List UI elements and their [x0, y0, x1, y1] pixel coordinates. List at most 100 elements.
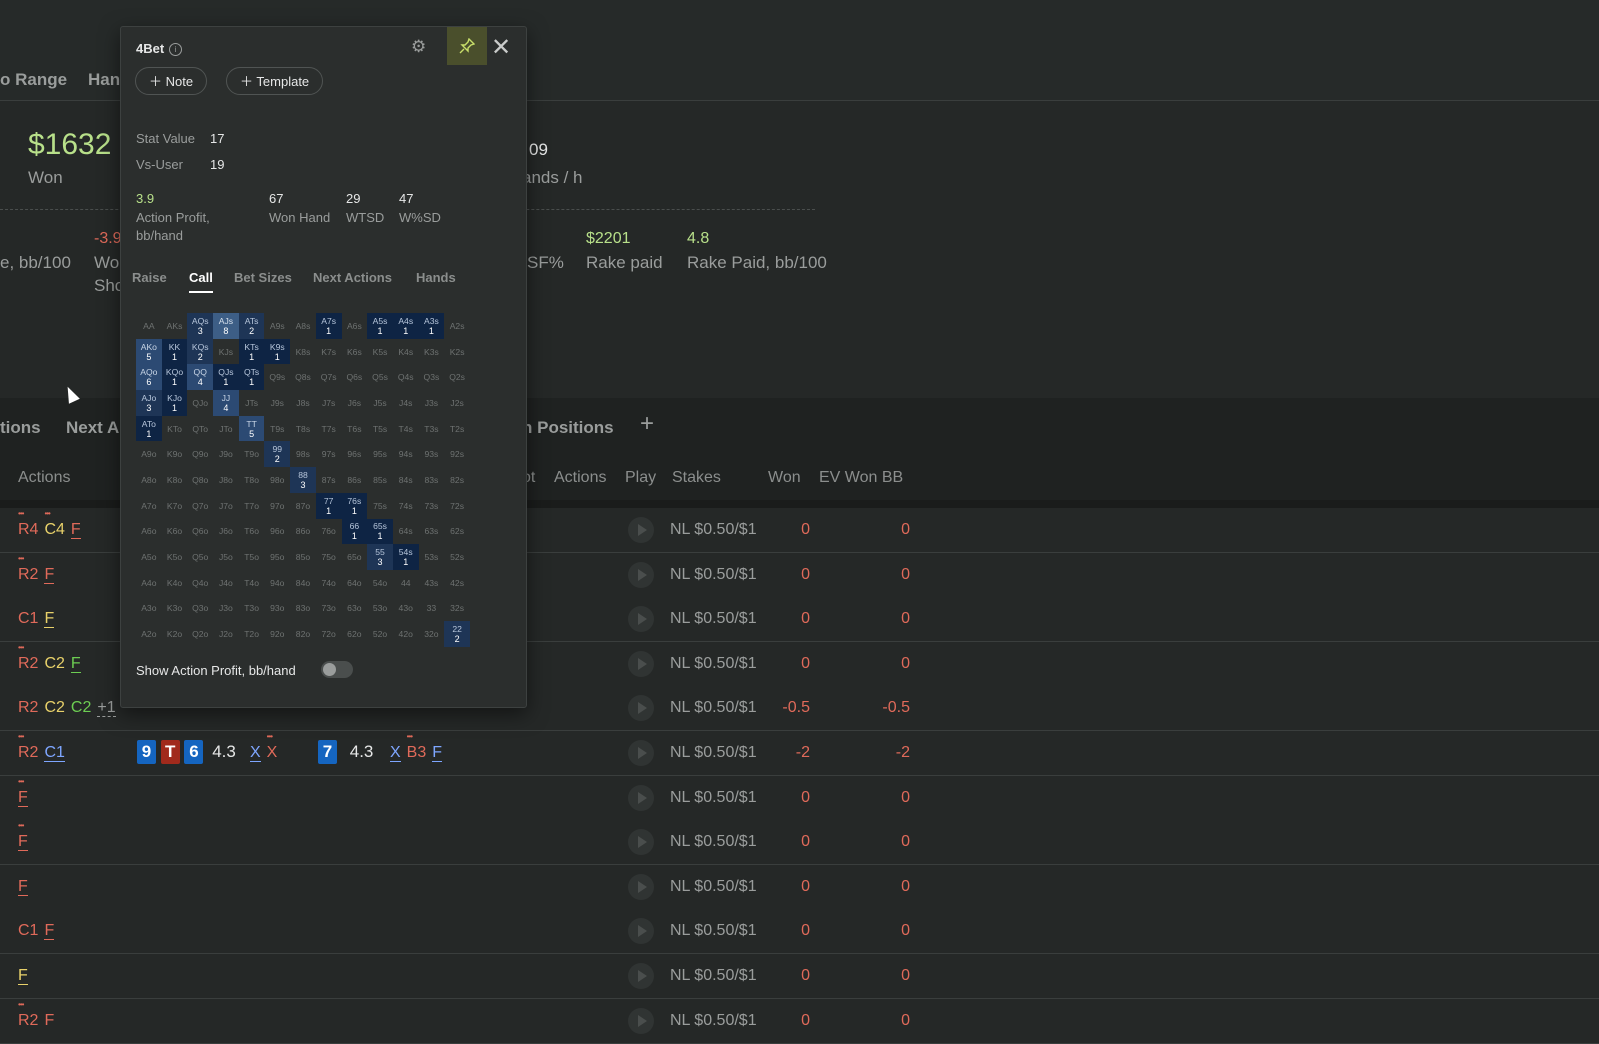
col-won[interactable]: Won — [768, 469, 801, 487]
range-cell[interactable]: Q9s — [264, 364, 290, 390]
range-cell[interactable]: T9o — [239, 441, 265, 467]
range-cell[interactable]: A7s 1 — [315, 313, 342, 339]
range-cell[interactable]: 73s — [419, 493, 445, 519]
close-icon[interactable]: ✕ — [491, 33, 511, 62]
table-row[interactable]: F NL $0.50/$1 0 0 — [0, 864, 1599, 910]
col-play[interactable]: Play — [625, 469, 656, 487]
range-cell[interactable]: 64s — [393, 519, 419, 545]
col-actions[interactable]: Actions — [554, 469, 606, 487]
range-cell[interactable]: 63o — [342, 596, 368, 622]
range-cell[interactable]: T3o — [239, 596, 265, 622]
range-cell[interactable]: A8o — [136, 467, 162, 493]
range-cell[interactable]: 97o — [264, 493, 290, 519]
range-cell[interactable]: J7o — [213, 493, 239, 519]
range-cell[interactable]: 98o — [264, 467, 290, 493]
tab-range[interactable]: o Range — [0, 70, 67, 90]
col-actions-left[interactable]: Actions — [18, 469, 70, 487]
range-cell[interactable]: A5o — [136, 544, 162, 570]
range-cell[interactable]: 95s — [367, 441, 393, 467]
range-cell[interactable]: Q2s — [444, 364, 470, 390]
range-cell[interactable]: 65o — [342, 544, 368, 570]
add-template-button[interactable]: ＋ Template — [226, 67, 324, 95]
range-cell[interactable]: 82s — [444, 467, 470, 493]
range-cell[interactable]: K9s 1 — [264, 338, 291, 365]
range-cell[interactable]: J5s — [367, 390, 393, 416]
range-cell[interactable]: 86o — [290, 519, 316, 545]
range-cell[interactable]: T4s — [393, 416, 419, 442]
play-icon[interactable] — [628, 650, 654, 677]
range-cell[interactable]: A9o — [136, 441, 162, 467]
range-cell[interactable]: 85o — [290, 544, 316, 570]
range-cell[interactable]: A3o — [136, 596, 162, 622]
range-cell[interactable]: KJs — [213, 339, 239, 365]
range-cell[interactable]: 33 — [419, 596, 445, 622]
range-cell[interactable]: 52o — [367, 621, 393, 647]
range-cell[interactable]: 76o — [316, 519, 342, 545]
range-cell[interactable]: KQs 2 — [187, 338, 214, 365]
range-cell[interactable]: 77 1 — [315, 492, 342, 519]
table-row[interactable]: R2C1 9 T 6 4.3 XX 7 4.3 XB3F NL $0.50/$1 -2 -2 — [0, 731, 1599, 776]
range-cell[interactable]: 44 — [393, 570, 419, 596]
range-cell[interactable]: A2o — [136, 621, 162, 647]
range-cell[interactable]: 43o — [393, 596, 419, 622]
range-cell[interactable]: 94o — [264, 570, 290, 596]
range-cell[interactable]: T8s — [290, 416, 316, 442]
range-cell[interactable]: Q6o — [187, 519, 213, 545]
range-cell[interactable]: K5o — [162, 544, 188, 570]
range-cell[interactable]: QQ 4 — [187, 364, 214, 391]
range-cell[interactable]: A7o — [136, 493, 162, 519]
play-icon[interactable] — [628, 740, 654, 766]
table-row[interactable]: F NL $0.50/$1 0 0 — [0, 820, 1599, 866]
range-cell[interactable]: QJs 1 — [213, 364, 239, 391]
range-cell[interactable]: K2o — [162, 621, 188, 647]
play-icon[interactable] — [628, 963, 654, 989]
range-cell[interactable]: K6s — [342, 339, 368, 365]
range-cell[interactable]: AQs 3 — [187, 313, 214, 339]
range-cell[interactable]: K2s — [444, 339, 470, 365]
range-cell[interactable]: 53s — [419, 544, 445, 570]
tab-raise[interactable]: Raise — [132, 270, 167, 285]
range-cell[interactable]: 95o — [264, 544, 290, 570]
add-note-button[interactable]: ＋ Note — [135, 67, 208, 95]
range-cell[interactable]: QTo — [187, 416, 213, 442]
table-row[interactable]: C1 F NL $0.50/$1 0 0 — [0, 909, 1599, 955]
play-icon[interactable] — [628, 873, 654, 900]
range-cell[interactable]: A6s — [342, 313, 368, 339]
range-cell[interactable]: T7o — [239, 493, 265, 519]
range-cell[interactable]: K9o — [162, 441, 188, 467]
add-tab-icon[interactable]: + — [640, 410, 654, 438]
tab-bet-sizes[interactable]: Bet Sizes — [234, 270, 292, 285]
play-icon[interactable] — [628, 918, 654, 945]
range-cell[interactable]: T2o — [239, 621, 265, 647]
range-cell[interactable]: K7o — [162, 493, 188, 519]
range-cell[interactable]: 93o — [264, 596, 290, 622]
range-cell[interactable]: 52s — [444, 544, 470, 570]
range-cell[interactable]: J9s — [264, 390, 290, 416]
range-cell[interactable]: 62o — [342, 621, 368, 647]
range-cell[interactable]: 83o — [290, 596, 316, 622]
range-cell[interactable]: J6s — [342, 390, 368, 416]
range-cell[interactable]: J8s — [290, 390, 316, 416]
range-cell[interactable]: 87o — [290, 493, 316, 519]
range-cell[interactable]: Q7s — [316, 364, 342, 390]
range-cell[interactable]: 85s — [367, 467, 393, 493]
info-icon[interactable]: i — [169, 43, 183, 56]
range-cell[interactable]: K4s — [393, 339, 419, 365]
range-cell[interactable]: T5o — [239, 544, 265, 570]
range-cell[interactable]: Q8o — [187, 467, 213, 493]
tab-next-actions[interactable]: Next Actions — [313, 270, 392, 285]
range-cell[interactable]: 74o — [316, 570, 342, 596]
range-cell[interactable]: ATs 2 — [238, 313, 265, 339]
range-cell[interactable]: 53o — [367, 596, 393, 622]
range-cell[interactable]: J4o — [213, 570, 239, 596]
range-cell[interactable]: T6s — [342, 416, 368, 442]
range-cell[interactable]: JTo — [213, 416, 239, 442]
pin-icon[interactable] — [447, 27, 487, 65]
range-cell[interactable]: J6o — [213, 519, 239, 545]
range-cell[interactable]: AJs 8 — [213, 313, 239, 339]
range-cell[interactable]: J2o — [213, 621, 239, 647]
range-cell[interactable]: 75o — [316, 544, 342, 570]
range-cell[interactable]: JJ 4 — [213, 390, 239, 416]
range-cell[interactable]: AA — [136, 313, 162, 339]
col-stakes[interactable]: Stakes — [672, 469, 721, 487]
